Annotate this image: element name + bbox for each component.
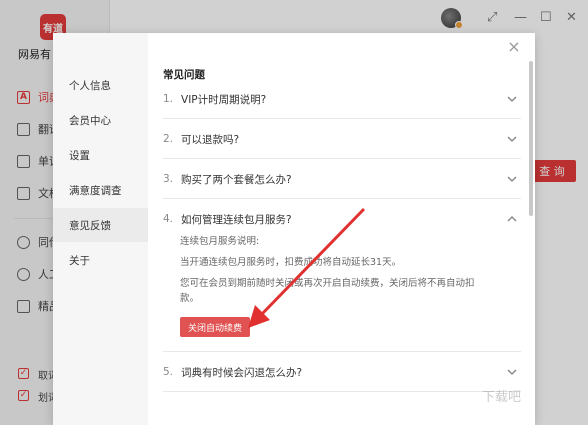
watermark: 下载吧 (482, 390, 522, 405)
annotation-arrow-icon (248, 207, 366, 328)
